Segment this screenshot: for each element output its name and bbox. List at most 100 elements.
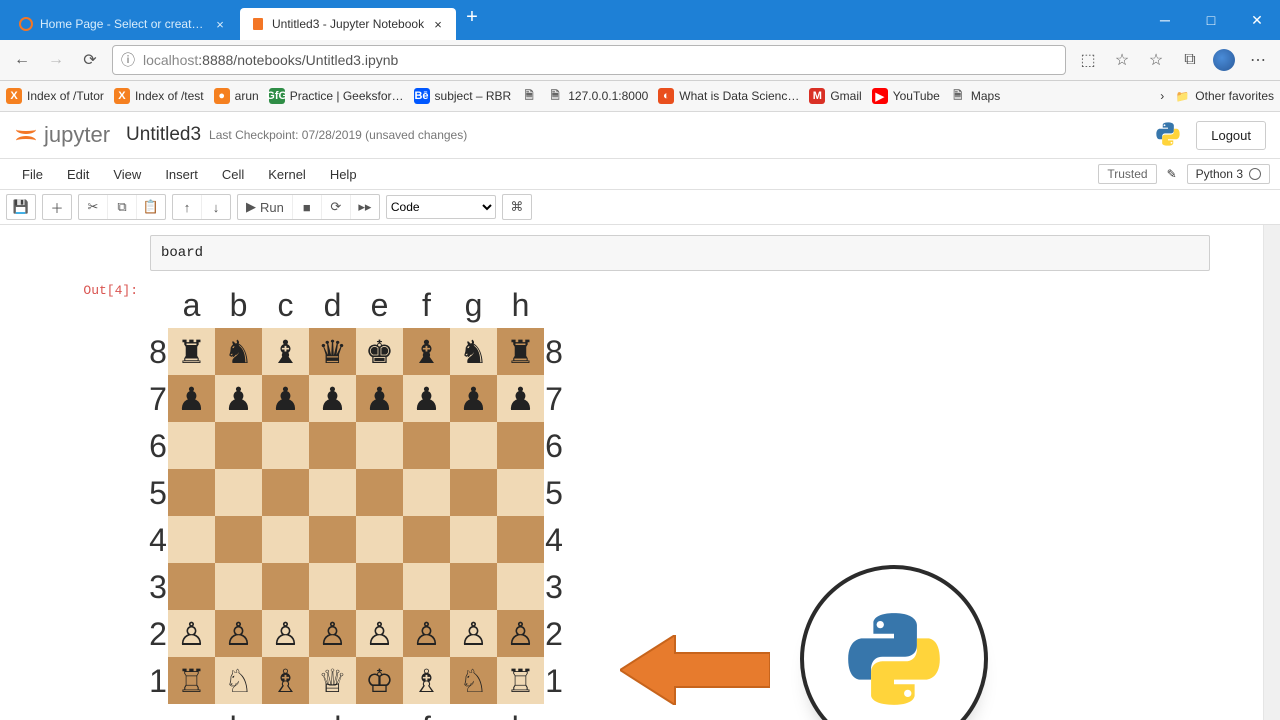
command-palette-button[interactable]: ⌘ [503, 195, 531, 219]
board-square [215, 563, 262, 610]
collections-icon[interactable]: ⧉ [1174, 45, 1206, 75]
board-square: ♖ [497, 657, 544, 704]
close-icon[interactable]: × [212, 17, 228, 32]
restart-run-all-button[interactable]: ▸▸ [351, 195, 379, 219]
menu-insert[interactable]: Insert [153, 167, 210, 182]
menu-help[interactable]: Help [318, 167, 369, 182]
board-coord: 4 [544, 516, 564, 563]
kernel-name: Python 3 [1196, 167, 1243, 181]
translate-icon[interactable]: ☆ [1106, 45, 1138, 75]
logout-button[interactable]: Logout [1196, 121, 1266, 150]
address-bar[interactable]: ⓘ localhost:8888/notebooks/Untitled3.ipy… [112, 45, 1066, 75]
bookmark-item[interactable]: ▶YouTube [872, 88, 940, 104]
board-square [215, 422, 262, 469]
more-icon[interactable]: ⋯ [1242, 45, 1274, 75]
board-square [356, 469, 403, 516]
bookmark-item[interactable]: 🗎 Maps [950, 88, 1000, 104]
vertical-scrollbar[interactable] [1263, 225, 1280, 720]
bookmarks-bar: XIndex of /Tutor XIndex of /test ●arun GfGP… [0, 81, 1280, 112]
bookmark-favicon: ● [214, 88, 230, 104]
board-square [450, 563, 497, 610]
window-close[interactable]: ✕ [1234, 0, 1280, 40]
other-favorites-label: Other favorites [1195, 89, 1274, 103]
insert-cell-button[interactable]: ＋ [43, 195, 71, 219]
bookmark-item[interactable]: MGmail [809, 88, 861, 104]
back-button[interactable]: ← [6, 45, 38, 75]
paste-button[interactable]: 📋 [137, 195, 165, 219]
window-minimize[interactable]: ─ [1142, 0, 1188, 40]
move-up-button[interactable]: ↑ [173, 195, 202, 219]
url-host: localhost [143, 52, 198, 68]
board-coord: 6 [148, 422, 168, 469]
jupyter-logo-icon [14, 123, 38, 147]
jupyter-logo[interactable]: jupyter [14, 122, 110, 148]
board-square: ♞ [450, 328, 497, 375]
bookmark-item[interactable]: ◐What is Data Scienc… [658, 88, 799, 104]
jupyter-toolbar: 💾 ＋ ✂ ⧉ 📋 ↑ ↓ ▶ Run ■ ⟳ ▸▸ Code ⌘ [0, 190, 1280, 225]
reload-button[interactable]: ⟳ [74, 45, 106, 75]
bookmark-item[interactable]: 🗎127.0.0.1:8000 [547, 88, 648, 104]
reader-icon[interactable]: ⬚ [1072, 45, 1104, 75]
favorites-icon[interactable]: ☆ [1140, 45, 1172, 75]
browser-tab-home[interactable]: Home Page - Select or create a n… × [8, 8, 238, 40]
trusted-indicator[interactable]: Trusted [1098, 164, 1156, 184]
restart-button[interactable]: ⟳ [322, 195, 351, 219]
window-maximize[interactable]: □ [1188, 0, 1234, 40]
run-button[interactable]: ▶ Run [238, 195, 293, 219]
board-coord: 6 [544, 422, 564, 469]
board-square: ♖ [168, 657, 215, 704]
bookmark-label: subject – RBR [435, 89, 512, 103]
move-down-button[interactable]: ↓ [202, 195, 230, 219]
jupyter-favicon [18, 16, 34, 32]
bookmark-item[interactable]: ●arun [214, 88, 259, 104]
edit-icon[interactable]: ✎ [1161, 167, 1183, 181]
bookmark-item[interactable]: 🗎 [521, 88, 537, 104]
board-square [168, 516, 215, 563]
profile-avatar[interactable] [1208, 45, 1240, 75]
copy-button[interactable]: ⧉ [108, 195, 137, 219]
board-square [309, 422, 356, 469]
menu-view[interactable]: View [101, 167, 153, 182]
save-button[interactable]: 💾 [7, 195, 35, 219]
menu-edit[interactable]: Edit [55, 167, 101, 182]
bookmarks-overflow[interactable]: › [1160, 89, 1164, 103]
board-square [168, 563, 215, 610]
notebook-title[interactable]: Untitled3 [126, 124, 201, 146]
board-square [403, 516, 450, 563]
close-icon[interactable]: × [430, 17, 446, 32]
bookmark-item[interactable]: GfGPractice | Geeksfor… [269, 88, 404, 104]
cut-button[interactable]: ✂ [79, 195, 108, 219]
board-square: ♙ [356, 610, 403, 657]
notebook-favicon [250, 16, 266, 32]
bookmark-favicon: 🗎 [950, 88, 966, 104]
menu-file[interactable]: File [10, 167, 55, 182]
kernel-indicator[interactable]: Python 3 [1187, 164, 1270, 184]
site-info-icon[interactable]: ⓘ [121, 50, 135, 70]
code-cell-input[interactable]: board [150, 235, 1210, 271]
menu-cell[interactable]: Cell [210, 167, 256, 182]
bookmark-item[interactable]: Bē subject – RBR [414, 88, 512, 104]
bookmark-favicon: Bē [414, 88, 430, 104]
board-square: ♟ [168, 375, 215, 422]
tab-label: Home Page - Select or create a n… [40, 17, 206, 31]
bookmark-item[interactable]: XIndex of /Tutor [6, 88, 104, 104]
menu-kernel[interactable]: Kernel [256, 167, 318, 182]
board-coord: d [309, 281, 356, 328]
bookmark-label: Maps [971, 89, 1000, 103]
interrupt-button[interactable]: ■ [293, 195, 322, 219]
board-coord: e [356, 704, 403, 720]
board-square [262, 469, 309, 516]
browser-tab-notebook[interactable]: Untitled3 - Jupyter Notebook × [240, 8, 456, 40]
board-coord: c [262, 281, 309, 328]
celltype-select[interactable]: Code [386, 195, 496, 219]
board-square [262, 516, 309, 563]
new-tab-button[interactable]: + [458, 6, 486, 35]
board-coord: 3 [544, 563, 564, 610]
forward-button[interactable]: → [40, 45, 72, 75]
other-favorites[interactable]: 📁 Other favorites [1174, 88, 1274, 104]
board-square: ♞ [215, 328, 262, 375]
checkpoint-text: Last Checkpoint: 07/28/2019 (unsaved cha… [209, 128, 467, 142]
bookmark-favicon: M [809, 88, 825, 104]
board-coord [148, 704, 168, 720]
bookmark-item[interactable]: XIndex of /test [114, 88, 204, 104]
